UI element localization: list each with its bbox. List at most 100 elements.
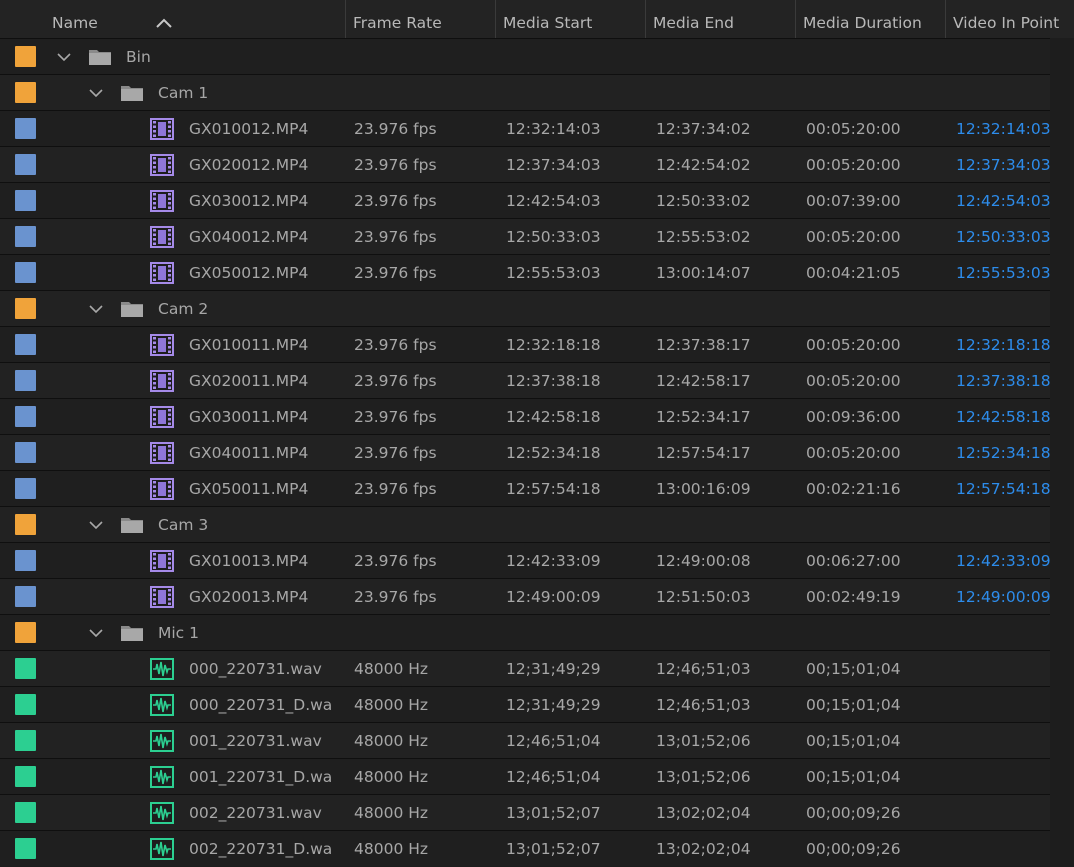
video-in-point-value[interactable]: 12:55:53:03	[956, 255, 1051, 291]
clip-row[interactable]: 000_220731.wav 48000 Hz 12;31;49;29 12;46;5…	[0, 650, 1074, 686]
clip-row[interactable]: GX050011.MP4 23.976 fps 12:57:54:18 13:00:1…	[0, 470, 1074, 506]
clip-row[interactable]: GX010013.MP4 23.976 fps 12:42:33:09 12:49:0…	[0, 542, 1074, 578]
column-header-media-duration[interactable]: Media Duration	[795, 0, 945, 38]
video-in-point-value[interactable]: 12:42:54:03	[956, 183, 1051, 219]
video-in-point-value[interactable]: 12:42:58:18	[956, 399, 1051, 435]
label-color-swatch[interactable]	[15, 658, 36, 679]
clip-row[interactable]: GX050012.MP4 23.976 fps 12:55:53:03 13:00:1…	[0, 254, 1074, 290]
media-start-value: 12:52:34:18	[506, 444, 601, 462]
clip-name[interactable]: GX040012.MP4	[189, 219, 308, 255]
clip-name[interactable]: GX030011.MP4	[189, 399, 308, 435]
clip-name[interactable]: GX050011.MP4	[189, 471, 308, 507]
label-color-swatch[interactable]	[15, 730, 36, 751]
chevron-down-icon[interactable]	[89, 88, 103, 98]
video-in-point-value[interactable]: 12:49:00:09	[956, 579, 1051, 615]
video-in-point-value[interactable]: 12:32:14:03	[956, 111, 1051, 147]
media-start-value: 13;01;52;07	[506, 840, 601, 858]
clip-name[interactable]: GX020012.MP4	[189, 147, 308, 183]
label-color-swatch[interactable]	[15, 838, 36, 859]
label-color-swatch[interactable]	[15, 226, 36, 247]
media-end-value: 12:42:58:17	[656, 372, 751, 390]
label-color-swatch[interactable]	[15, 370, 36, 391]
chevron-down-icon[interactable]	[89, 628, 103, 638]
column-header-name[interactable]: Name	[45, 0, 345, 38]
clip-row[interactable]: GX030012.MP4 23.976 fps 12:42:54:03 12:50:3…	[0, 182, 1074, 218]
label-color-swatch[interactable]	[15, 46, 36, 67]
label-color-swatch[interactable]	[15, 766, 36, 787]
clip-name[interactable]: GX020011.MP4	[189, 363, 308, 399]
sort-ascending-icon[interactable]	[155, 17, 173, 29]
media-start-value: 13;01;52;07	[506, 804, 601, 822]
video-clip-icon	[150, 154, 174, 176]
bin-row[interactable]: Cam 2	[0, 290, 1074, 326]
clip-name[interactable]: 000_220731_D.wa	[189, 687, 332, 723]
clip-name[interactable]: 001_220731_D.wa	[189, 759, 332, 795]
clip-row[interactable]: GX010011.MP4 23.976 fps 12:32:18:18 12:37:3…	[0, 326, 1074, 362]
bin-row[interactable]: Mic 1	[0, 614, 1074, 650]
clip-row[interactable]: 000_220731_D.wa 48000 Hz 12;31;49;29 12;46;…	[0, 686, 1074, 722]
label-color-swatch[interactable]	[15, 190, 36, 211]
clip-row[interactable]: GX040011.MP4 23.976 fps 12:52:34:18 12:57:5…	[0, 434, 1074, 470]
frame-rate-value: 48000 Hz	[354, 840, 429, 858]
clip-row[interactable]: 001_220731_D.wa 48000 Hz 12;46;51;04 13;01;…	[0, 758, 1074, 794]
clip-row[interactable]: GX020012.MP4 23.976 fps 12:37:34:03 12:42:5…	[0, 146, 1074, 182]
video-in-point-value[interactable]: 12:52:34:18	[956, 435, 1051, 471]
video-in-point-value[interactable]: 12:57:54:18	[956, 471, 1051, 507]
scrollbar-track[interactable]	[1050, 38, 1074, 867]
label-color-swatch[interactable]	[15, 586, 36, 607]
clip-row[interactable]: 002_220731_D.wa 48000 Hz 13;01;52;07 13;02;…	[0, 830, 1074, 866]
clip-name[interactable]: GX020013.MP4	[189, 579, 308, 615]
column-header-frame-rate[interactable]: Frame Rate	[345, 0, 495, 38]
clip-name[interactable]: 002_220731_D.wa	[189, 831, 332, 867]
clip-name[interactable]: 002_220731.wav	[189, 795, 322, 831]
clip-name[interactable]: GX040011.MP4	[189, 435, 308, 471]
column-header-media-start[interactable]: Media Start	[495, 0, 645, 38]
column-header-media-end[interactable]: Media End	[645, 0, 795, 38]
video-in-point-value[interactable]: 12:37:34:03	[956, 147, 1051, 183]
label-color-swatch[interactable]	[15, 622, 36, 643]
chevron-down-icon[interactable]	[57, 52, 71, 62]
label-color-swatch[interactable]	[15, 334, 36, 355]
video-in-point-value[interactable]: 12:42:33:09	[956, 543, 1051, 579]
video-in-point-value[interactable]: 12:32:18:18	[956, 327, 1051, 363]
video-in-point-value[interactable]: 12:50:33:03	[956, 219, 1051, 255]
clip-row[interactable]: 002_220731.wav 48000 Hz 13;01;52;07 13;02;0…	[0, 794, 1074, 830]
clip-row[interactable]: GX020013.MP4 23.976 fps 12:49:00:09 12:51:5…	[0, 578, 1074, 614]
label-color-swatch[interactable]	[15, 550, 36, 571]
clip-row[interactable]: GX020011.MP4 23.976 fps 12:37:38:18 12:42:5…	[0, 362, 1074, 398]
frame-rate-value: 23.976 fps	[354, 156, 437, 174]
clip-row[interactable]: GX010012.MP4 23.976 fps 12:32:14:03 12:37:3…	[0, 110, 1074, 146]
clip-name[interactable]: GX050012.MP4	[189, 255, 308, 291]
bin-row[interactable]: Bin	[0, 38, 1074, 74]
audio-clip-icon	[150, 766, 174, 788]
clip-name[interactable]: GX030012.MP4	[189, 183, 308, 219]
label-color-swatch[interactable]	[15, 442, 36, 463]
label-color-swatch[interactable]	[15, 514, 36, 535]
media-start-value: 12:55:53:03	[506, 264, 601, 282]
label-color-swatch[interactable]	[15, 406, 36, 427]
clip-name[interactable]: 000_220731.wav	[189, 651, 322, 687]
clip-name[interactable]: GX010012.MP4	[189, 111, 308, 147]
bin-row[interactable]: Cam 1	[0, 74, 1074, 110]
clip-row[interactable]: 001_220731.wav 48000 Hz 12;46;51;04 13;01;5…	[0, 722, 1074, 758]
chevron-down-icon[interactable]	[89, 304, 103, 314]
bin-row[interactable]: Cam 3	[0, 506, 1074, 542]
video-in-point-value[interactable]: 12:37:38:18	[956, 363, 1051, 399]
label-color-swatch[interactable]	[15, 694, 36, 715]
clip-row[interactable]: GX040012.MP4 23.976 fps 12:50:33:03 12:55:5…	[0, 218, 1074, 254]
label-color-swatch[interactable]	[15, 262, 36, 283]
column-header-video-in-point[interactable]: Video In Point	[945, 0, 1074, 38]
clip-name[interactable]: GX010011.MP4	[189, 327, 308, 363]
clip-name[interactable]: 001_220731.wav	[189, 723, 322, 759]
label-color-swatch[interactable]	[15, 118, 36, 139]
clip-row[interactable]: GX030011.MP4 23.976 fps 12:42:58:18 12:52:3…	[0, 398, 1074, 434]
frame-rate-value: 48000 Hz	[354, 696, 429, 714]
label-color-swatch[interactable]	[15, 478, 36, 499]
label-color-swatch[interactable]	[15, 298, 36, 319]
chevron-down-icon[interactable]	[89, 520, 103, 530]
frame-rate-value: 48000 Hz	[354, 804, 429, 822]
clip-name[interactable]: GX010013.MP4	[189, 543, 308, 579]
label-color-swatch[interactable]	[15, 82, 36, 103]
label-color-swatch[interactable]	[15, 802, 36, 823]
label-color-swatch[interactable]	[15, 154, 36, 175]
